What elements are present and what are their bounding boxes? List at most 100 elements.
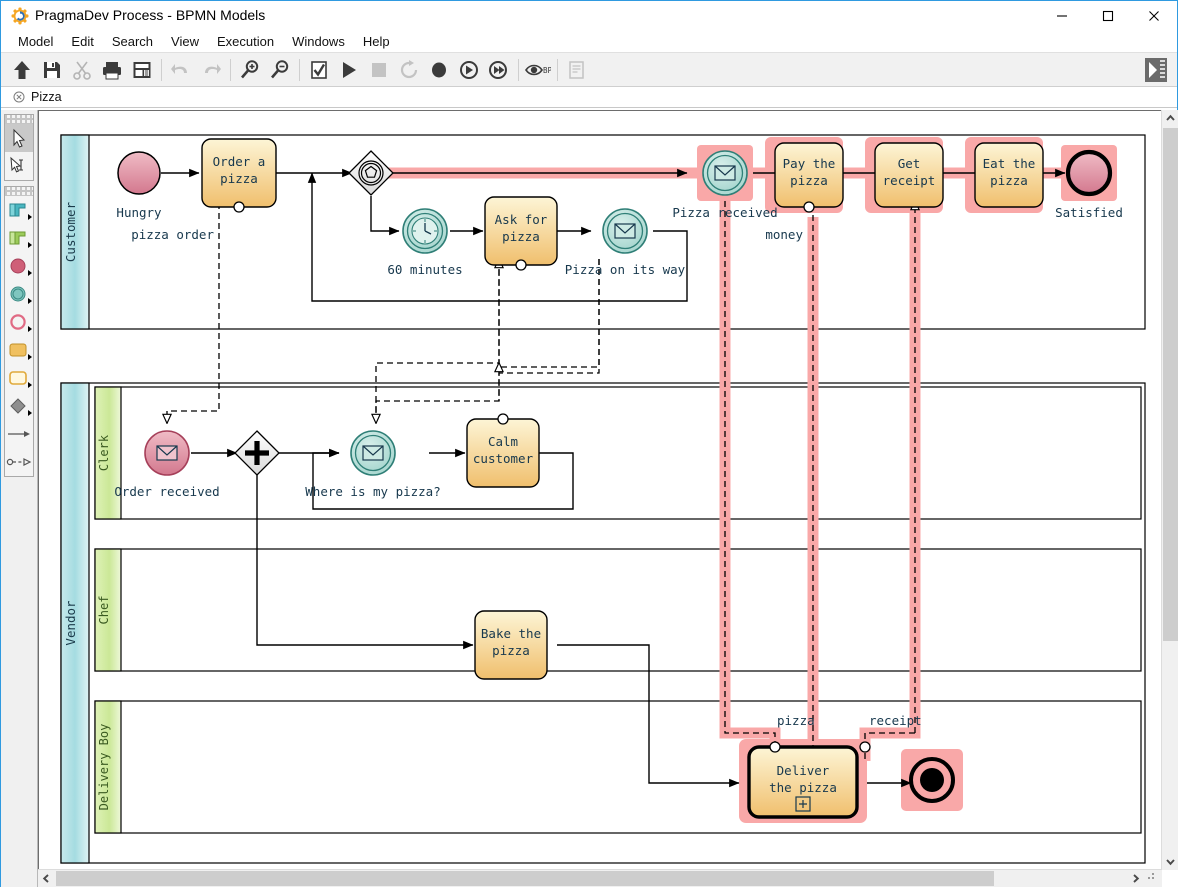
node-eat-the-pizza-label2: pizza: [990, 173, 1028, 188]
start-event-tool[interactable]: [5, 252, 33, 280]
menu-view[interactable]: View: [162, 32, 208, 51]
select-arrow-tool[interactable]: [5, 124, 33, 152]
panel-toggle-icon[interactable]: [1141, 55, 1171, 85]
node-order-received-label: Order received: [114, 484, 219, 499]
node-ask-for-pizza[interactable]: Ask for pizza: [485, 197, 557, 270]
menu-search[interactable]: Search: [103, 32, 162, 51]
chevron-right-icon: [28, 410, 32, 416]
lane-tool[interactable]: [5, 224, 33, 252]
node-pizza-received-label: Pizza received: [672, 205, 777, 220]
toolbar-separator: [299, 59, 300, 81]
node-bake-the-pizza-label2: pizza: [492, 643, 530, 658]
menu-help[interactable]: Help: [354, 32, 399, 51]
zoom-in-icon[interactable]: [235, 55, 265, 85]
node-pay-the-pizza-label: Pay the: [783, 156, 836, 171]
subprocess-tool[interactable]: [5, 364, 33, 392]
node-pay-the-pizza-label2: pizza: [790, 173, 828, 188]
diagram-canvas-viewport[interactable]: Customer Vendor Clerk Chef: [38, 110, 1162, 870]
sequence-flow-tool[interactable]: [5, 420, 33, 448]
chef-lane[interactable]: Chef: [95, 549, 1141, 671]
close-circle-icon[interactable]: [13, 91, 25, 103]
toolbar-separator: [518, 59, 519, 81]
scrollbar-corner-grip: [1145, 870, 1162, 887]
node-pizza-on-its-way-label: Pizza on its way: [565, 262, 686, 277]
toolbar-separator: [230, 59, 231, 81]
scroll-up-button[interactable]: [1162, 110, 1178, 127]
clerk-lane-label: Clerk: [97, 434, 111, 471]
node-get-receipt-label: Get: [898, 156, 921, 171]
svg-text:BP: BP: [543, 66, 551, 75]
maximize-button[interactable]: [1085, 1, 1131, 31]
intermediate-event-tool[interactable]: [5, 280, 33, 308]
menu-bar: Model Edit Search View Execution Windows…: [1, 31, 1177, 52]
node-deliver-the-pizza[interactable]: Deliver the pizza: [749, 742, 870, 817]
node-calm-customer[interactable]: Calm customer: [467, 414, 539, 487]
print-icon[interactable]: [97, 55, 127, 85]
chevron-right-icon: [28, 242, 32, 248]
node-eat-the-pizza[interactable]: Eat the pizza: [975, 143, 1043, 207]
chevron-right-icon: [28, 270, 32, 276]
scroll-down-button[interactable]: [1162, 853, 1178, 870]
node-eat-the-pizza-label: Eat the: [983, 156, 1036, 171]
node-calm-customer-label2: customer: [473, 451, 534, 466]
menu-execution[interactable]: Execution: [208, 32, 283, 51]
pool-tool[interactable]: [5, 196, 33, 224]
data-output-handle[interactable]: [860, 742, 870, 752]
node-bake-the-pizza[interactable]: Bake the pizza: [475, 611, 547, 679]
delivery-boy-lane-label: Delivery Boy: [97, 724, 111, 811]
menu-model[interactable]: Model: [9, 32, 62, 51]
open-up-arrow-icon[interactable]: [7, 55, 37, 85]
scroll-right-button[interactable]: [1127, 870, 1144, 887]
minimize-button[interactable]: [1039, 1, 1085, 31]
palette-grip[interactable]: [5, 187, 33, 196]
message-flow-tool[interactable]: [5, 448, 33, 476]
message-label-receipt: receipt: [869, 713, 922, 728]
gateway-tool[interactable]: [5, 392, 33, 420]
run-play-icon[interactable]: [334, 55, 364, 85]
data-input-handle[interactable]: [770, 742, 780, 752]
undo-icon: [166, 55, 196, 85]
data-output-handle[interactable]: [498, 414, 508, 424]
chevron-right-icon: [28, 354, 32, 360]
node-hungry[interactable]: Hungry: [116, 152, 162, 220]
zoom-out-icon[interactable]: [265, 55, 295, 85]
toolbar: BP: [1, 52, 1177, 87]
node-get-receipt-label2: receipt: [883, 173, 936, 188]
export-image-icon[interactable]: [127, 55, 157, 85]
data-output-handle[interactable]: [804, 202, 814, 212]
chevron-right-icon: [28, 326, 32, 332]
bpmn-diagram[interactable]: Customer Vendor Clerk Chef: [39, 111, 1159, 867]
step-icon[interactable]: [454, 55, 484, 85]
window-controls: [1039, 1, 1177, 31]
task-tool[interactable]: [5, 336, 33, 364]
node-where-is-my-pizza-label: Where is my pizza?: [305, 484, 440, 499]
fast-step-icon[interactable]: [484, 55, 514, 85]
node-deliver-the-pizza-label: Deliver: [777, 763, 830, 778]
data-output-handle[interactable]: [516, 260, 526, 270]
close-button[interactable]: [1131, 1, 1177, 31]
selection-tool-group: [4, 114, 34, 181]
menu-windows[interactable]: Windows: [283, 32, 354, 51]
delivery-boy-lane[interactable]: Delivery Boy: [95, 701, 1141, 833]
check-model-icon[interactable]: [304, 55, 334, 85]
save-floppy-icon[interactable]: [37, 55, 67, 85]
vertical-scrollbar[interactable]: [1161, 110, 1178, 870]
scroll-left-button[interactable]: [38, 870, 55, 887]
marquee-select-tool[interactable]: [5, 152, 33, 180]
vertical-scroll-thumb[interactable]: [1163, 128, 1178, 641]
stop-icon: [364, 55, 394, 85]
palette-grip[interactable]: [5, 115, 33, 124]
pause-icon[interactable]: [424, 55, 454, 85]
horizontal-scroll-thumb[interactable]: [56, 871, 994, 886]
data-output-handle[interactable]: [234, 202, 244, 212]
node-satisfied-label: Satisfied: [1055, 205, 1123, 220]
chevron-right-icon: [28, 298, 32, 304]
redo-icon: [196, 55, 226, 85]
node-get-receipt[interactable]: Get receipt: [875, 143, 943, 207]
end-event-tool[interactable]: [5, 308, 33, 336]
horizontal-scrollbar[interactable]: [38, 869, 1162, 887]
menu-edit[interactable]: Edit: [62, 32, 102, 51]
restart-icon: [394, 55, 424, 85]
tab-pizza[interactable]: Pizza: [31, 90, 62, 104]
watch-bp-icon[interactable]: BP: [523, 55, 553, 85]
